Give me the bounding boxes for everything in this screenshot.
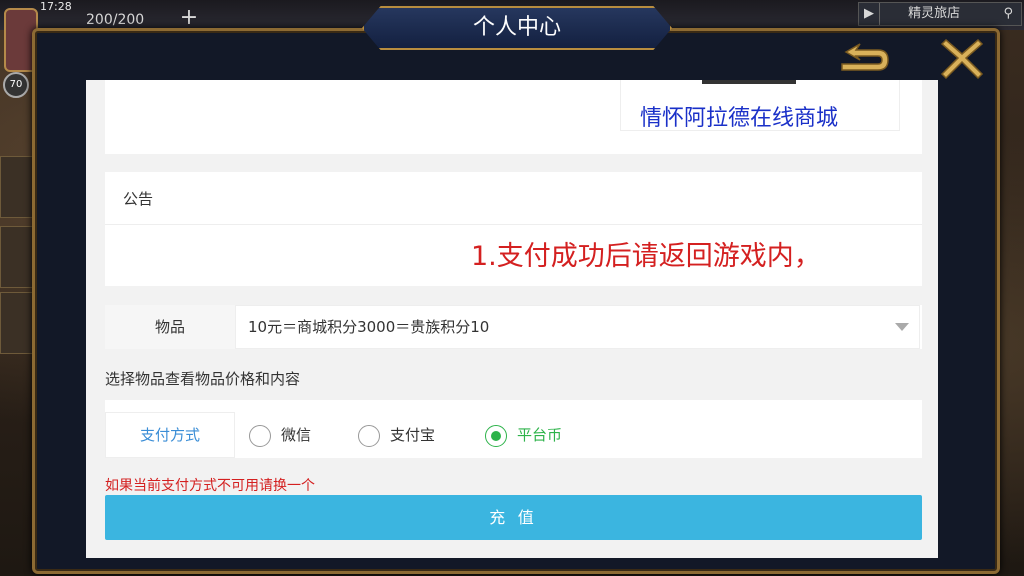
shop-link[interactable]: 情怀阿拉德在线商城 — [640, 100, 838, 132]
payment-option-label: 微信 — [281, 426, 312, 444]
item-hint: 选择物品查看物品价格和内容 — [105, 370, 301, 388]
dialog-content: 情怀阿拉德在线商城 公告 1.支付成功后请返回游戏内， 物品 10元＝商城积分3… — [86, 80, 938, 558]
item-row: 物品 10元＝商城积分3000＝贵族积分10 — [105, 305, 922, 349]
energy-counter: 200/200 — [86, 12, 145, 28]
banner-tab-marker — [702, 80, 796, 84]
item-label: 物品 — [105, 305, 235, 349]
recharge-button[interactable]: 充 值 — [105, 495, 922, 540]
chevron-right-icon: ▶ — [859, 3, 880, 25]
payment-option-platform-coin[interactable]: 平台币 — [485, 423, 562, 447]
shop-label: 精灵旅店 — [908, 6, 961, 21]
shop-button[interactable]: ▶ 精灵旅店 ⚲ — [858, 2, 1022, 26]
shop-banner: 情怀阿拉德在线商城 — [105, 80, 922, 154]
notice-title: 公告 — [123, 190, 154, 208]
radio-checked-icon[interactable] — [485, 424, 507, 447]
payment-option-wechat[interactable]: 微信 — [249, 423, 311, 447]
add-energy-icon[interactable]: + — [178, 7, 200, 30]
payment-option-label: 平台币 — [517, 426, 563, 444]
side-quest-tab[interactable] — [0, 292, 34, 354]
dialog-title: 个人中心 — [362, 6, 672, 50]
payment-option-alipay[interactable]: 支付宝 — [358, 423, 435, 447]
search-icon: ⚲ — [1003, 6, 1013, 21]
close-icon — [940, 38, 984, 80]
payment-row: 支付方式 微信 支付宝 平台币 — [105, 400, 922, 458]
notice-card: 公告 1.支付成功后请返回游戏内， — [105, 172, 922, 286]
back-arrow-icon — [841, 43, 889, 71]
payment-warning: 如果当前支付方式不可用请换一个 — [105, 478, 315, 494]
close-button[interactable] — [940, 36, 984, 80]
item-selected-value: 10元＝商城积分3000＝贵族积分10 — [248, 318, 490, 336]
chevron-down-icon — [895, 323, 909, 331]
side-quest-tab[interactable] — [0, 226, 34, 288]
clock: 17:28 — [40, 0, 72, 13]
level-badge: 70 — [3, 72, 29, 98]
divider — [105, 224, 922, 225]
payment-option-label: 支付宝 — [390, 426, 436, 444]
notice-marquee-text: 1.支付成功后请返回游戏内， — [471, 241, 821, 272]
radio-unchecked-icon[interactable] — [358, 424, 380, 447]
radio-unchecked-icon[interactable] — [249, 424, 271, 447]
payment-label: 支付方式 — [105, 412, 235, 458]
side-quest-tab[interactable] — [0, 156, 34, 218]
back-button[interactable] — [834, 40, 894, 80]
item-select[interactable]: 10元＝商城积分3000＝贵族积分10 — [235, 305, 920, 349]
